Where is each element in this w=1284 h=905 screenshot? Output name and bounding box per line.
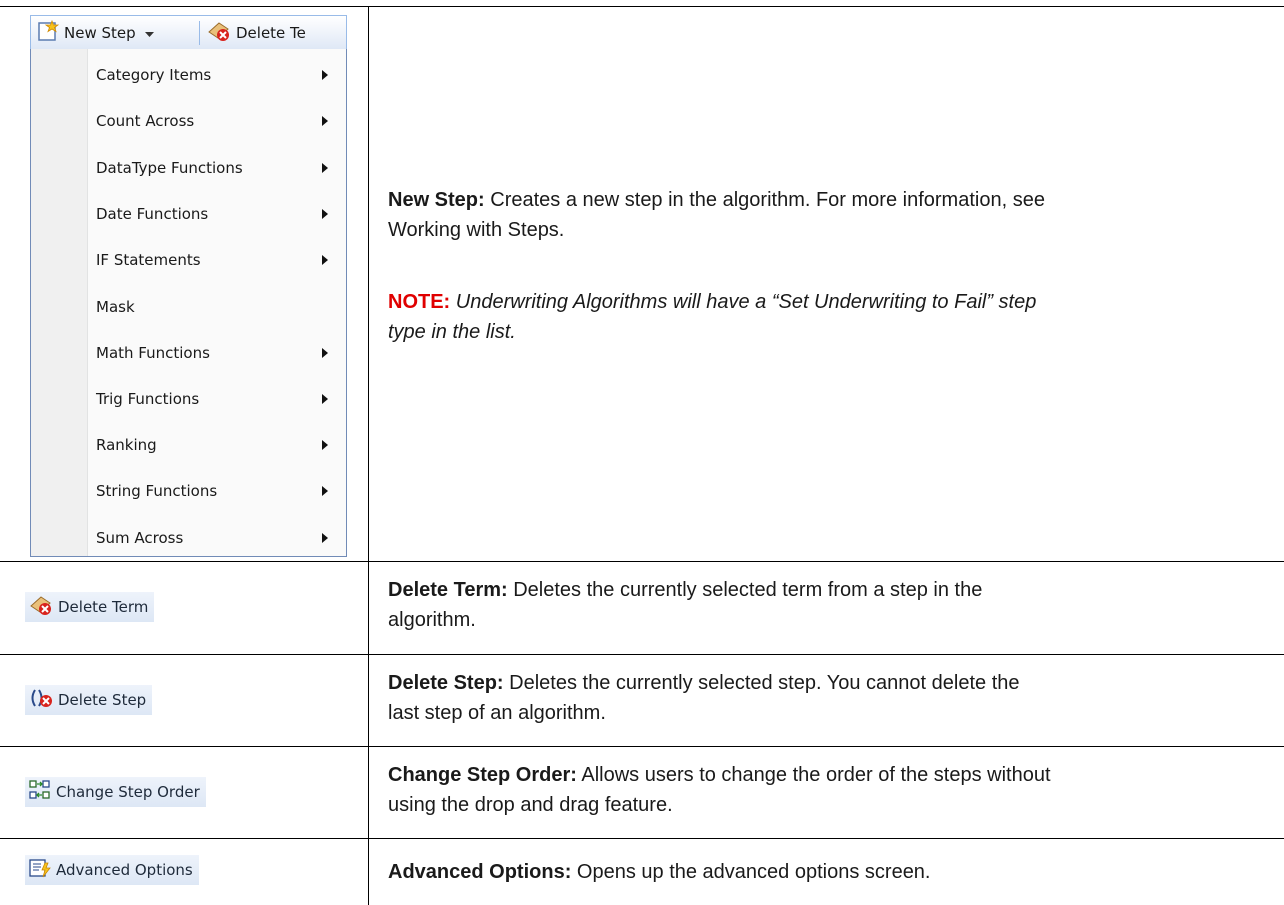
menu-item-label: Trig Functions (96, 390, 200, 408)
advanced-options-desc-line1: Opens up the advanced options screen. (571, 861, 931, 883)
row-divider (0, 654, 1284, 655)
table-top-border (0, 6, 1284, 7)
menu-item[interactable]: Date Functions (96, 191, 336, 237)
menu-item[interactable]: Category Items (96, 52, 336, 98)
menu-item-label: Ranking (96, 436, 157, 454)
toolbar: New Step Delete Te (30, 15, 347, 49)
new-step-label: New Step (64, 24, 136, 42)
menu-item-label: Sum Across (96, 529, 184, 547)
change-step-order-button-label: Change Step Order (56, 783, 200, 801)
new-step-icon (37, 19, 60, 46)
menu-item-label: String Functions (96, 482, 218, 500)
delete-term-desc-line2: algorithm. (388, 609, 476, 631)
delete-term-desc-line1: Deletes the currently selected term from… (507, 579, 983, 601)
submenu-arrow-icon (322, 486, 328, 496)
submenu-arrow-icon (322, 163, 328, 173)
delete-term-button[interactable]: Delete Te (207, 16, 306, 49)
delete-step-term: Delete Step: (388, 672, 504, 694)
delete-step-description: Delete Step: Deletes the currently selec… (388, 668, 1258, 728)
menu-item-label: Math Functions (96, 344, 210, 362)
note-line2: type in the list. (388, 321, 516, 343)
submenu-arrow-icon (322, 255, 328, 265)
new-step-button[interactable]: New Step (37, 16, 154, 49)
delete-term-description: Delete Term: Deletes the currently selec… (388, 575, 1258, 635)
chevron-down-icon (144, 24, 154, 42)
new-step-desc-line1: Creates a new step in the algorithm. For… (484, 189, 1045, 211)
change-step-order-term: Change Step Order: (388, 764, 577, 786)
menu-item[interactable]: Sum Across (96, 515, 336, 561)
advanced-options-description: Advanced Options: Opens up the advanced … (388, 857, 1258, 887)
menu-item[interactable]: Math Functions (96, 330, 336, 376)
change-step-order-desc-line1: Allows users to change the order of the … (576, 764, 1051, 786)
note-line1: Underwriting Algorithms will have a “Set… (450, 291, 1037, 313)
new-step-description: New Step: Creates a new step in the algo… (388, 185, 1258, 347)
row-divider (0, 838, 1284, 839)
submenu-arrow-icon (322, 533, 328, 543)
menu-item[interactable]: Ranking (96, 422, 336, 468)
advanced-options-term: Advanced Options: (388, 861, 572, 883)
delete-term-label: Delete Te (236, 24, 306, 42)
new-step-term: New Step: (388, 189, 485, 211)
delete-term-icon (29, 594, 53, 620)
change-step-order-description: Change Step Order: Allows users to chang… (388, 760, 1258, 820)
toolbar-separator (199, 21, 200, 45)
delete-term-toolbar-button[interactable]: Delete Term (25, 592, 155, 622)
new-step-desc-line2: Working with Steps. (388, 219, 565, 241)
note-label: NOTE: (388, 291, 451, 313)
menu-item-label: DataType Functions (96, 159, 243, 177)
advanced-options-icon (29, 857, 51, 883)
menu-icon-gutter (31, 49, 88, 556)
menu-item-label: Mask (96, 298, 135, 316)
delete-step-icon (29, 687, 53, 713)
menu-item-label: Date Functions (96, 205, 209, 223)
submenu-arrow-icon (322, 70, 328, 80)
delete-step-button-label: Delete Step (58, 691, 147, 709)
row-divider (0, 561, 1284, 562)
delete-term-icon (207, 20, 231, 46)
submenu-arrow-icon (322, 348, 328, 358)
change-step-order-toolbar-button[interactable]: Change Step Order (25, 777, 206, 807)
submenu-arrow-icon (322, 209, 328, 219)
menu-item[interactable]: Count Across (96, 98, 336, 144)
column-divider (368, 6, 369, 905)
submenu-arrow-icon (322, 116, 328, 126)
change-step-order-icon (29, 779, 51, 805)
menu-item-label: Category Items (96, 66, 212, 84)
menu-item[interactable]: IF Statements (96, 237, 336, 283)
submenu-arrow-icon (322, 440, 328, 450)
change-step-order-desc-line2: using the drop and drag feature. (388, 794, 673, 816)
advanced-options-toolbar-button[interactable]: Advanced Options (25, 855, 199, 885)
menu-item-label: Count Across (96, 112, 195, 130)
submenu-arrow-icon (322, 394, 328, 404)
delete-step-desc-line2: last step of an algorithm. (388, 702, 606, 724)
delete-step-toolbar-button[interactable]: Delete Step (25, 685, 153, 715)
menu-item[interactable]: String Functions (96, 468, 336, 514)
delete-term-term: Delete Term: (388, 579, 508, 601)
menu-item[interactable]: DataType Functions (96, 145, 336, 191)
delete-step-desc-line1: Deletes the currently selected step. You… (503, 672, 1020, 694)
row-divider (0, 746, 1284, 747)
delete-term-button-label: Delete Term (58, 598, 149, 616)
menu-item[interactable]: Trig Functions (96, 376, 336, 422)
menu-item-label: IF Statements (96, 251, 201, 269)
menu-item[interactable]: Mask (96, 284, 336, 330)
advanced-options-button-label: Advanced Options (56, 861, 193, 879)
